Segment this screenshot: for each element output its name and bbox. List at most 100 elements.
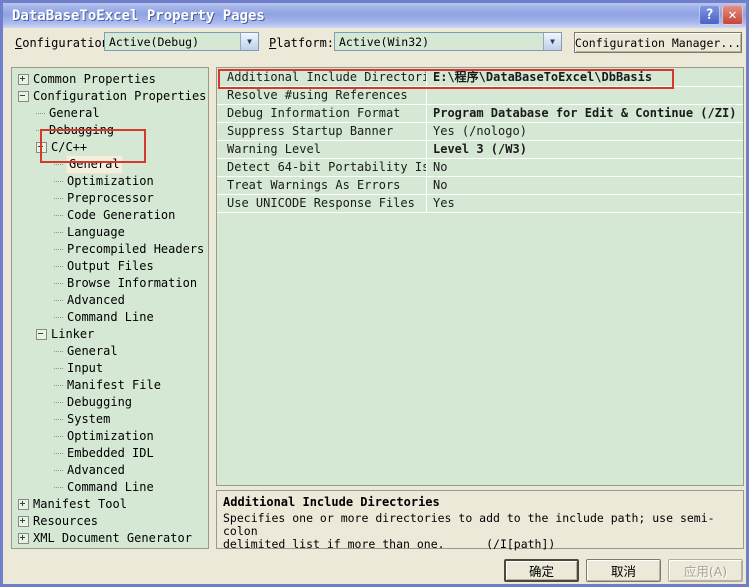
tree-connector-icon [36,129,45,132]
tree-connector-icon [54,316,63,319]
tree-item-label: Linker [51,327,95,341]
tree-item-general[interactable]: General [12,155,208,174]
tree-item-precompiled-headers[interactable]: Precompiled Headers [12,241,208,258]
platform-label: Platform: [269,36,335,50]
platform-select[interactable]: Active(Win32) ▼ [334,32,562,51]
properties-tree[interactable]: Common Properties Configuration Propertie… [11,67,209,549]
tree-item-c-c++[interactable]: C/C++ [12,139,208,156]
property-pages-dialog: DataBaseToExcel Property Pages ? ✕ Confi… [0,0,749,587]
tree-item-configuration-properties[interactable]: Configuration Properties [12,88,208,105]
tree-item-general[interactable]: General [12,343,208,360]
tree-item-preprocessor[interactable]: Preprocessor [12,190,208,207]
expand-icon[interactable] [18,533,29,544]
tree-item-manifest-tool[interactable]: Manifest Tool [12,496,208,513]
chevron-down-icon[interactable]: ▼ [543,33,561,50]
tree-item-embedded-idl[interactable]: Embedded IDL [12,445,208,462]
tree-item-debugging[interactable]: Debugging [12,122,208,139]
tree-item-advanced[interactable]: Advanced [12,292,208,309]
tree-connector-icon [54,350,63,353]
tree-item-label: General [49,106,100,120]
property-row[interactable]: Debug Information Format Program Database… [217,105,743,123]
tree-item-label: General [66,155,123,174]
tree-item-resources[interactable]: Resources [12,513,208,530]
tree-item-manifest-file[interactable]: Manifest File [12,377,208,394]
property-value[interactable]: Yes [427,195,743,212]
property-value[interactable]: Yes (/nologo) [427,123,743,140]
configuration-label: Configuration: [15,36,117,50]
expand-icon[interactable] [18,74,29,85]
property-name: Use UNICODE Response Files [217,195,427,212]
tree-item-browse-information[interactable]: Browse Information [12,547,208,548]
tree-connector-icon [54,231,63,234]
tree-item-xml-document-generator[interactable]: XML Document Generator [12,530,208,547]
cancel-button[interactable]: 取消 [586,559,661,582]
tree-item-code-generation[interactable]: Code Generation [12,207,208,224]
collapse-icon[interactable] [36,329,47,340]
configuration-toolbar: Configuration: Active(Debug) ▼ Platform:… [3,28,746,61]
tree-item-command-line[interactable]: Command Line [12,309,208,326]
property-row[interactable]: Resolve #using References [217,87,743,105]
collapse-icon[interactable] [18,91,29,102]
close-icon[interactable]: ✕ [722,5,743,25]
tree-item-system[interactable]: System [12,411,208,428]
tree-item-label: Manifest File [67,378,161,392]
property-value[interactable]: No [427,159,743,176]
tree-item-label: Command Line [67,480,154,494]
configuration-manager-button[interactable]: Configuration Manager... [574,32,742,53]
tree-item-debugging[interactable]: Debugging [12,394,208,411]
property-value[interactable]: No [427,177,743,194]
ok-button[interactable]: 确定 [504,559,579,582]
tree-item-command-line[interactable]: Command Line [12,479,208,496]
tree-connector-icon [54,384,63,387]
tree-connector-icon [54,418,63,421]
tree-item-label: C/C++ [51,140,88,154]
property-name: Additional Include Directories [217,69,427,86]
tree-item-optimization[interactable]: Optimization [12,173,208,190]
property-row[interactable]: Additional Include Directories E:\程序\Data… [217,69,743,87]
property-grid[interactable]: Additional Include Directories E:\程序\Data… [216,67,744,486]
tree-item-label: XML Document Generator [33,531,192,545]
tree-item-label: General [67,344,118,358]
tree-item-optimization[interactable]: Optimization [12,428,208,445]
tree-item-browse-information[interactable]: Browse Information [12,275,208,292]
tree-item-general[interactable]: General [12,105,208,122]
chevron-down-icon[interactable]: ▼ [240,33,258,50]
title-bar: DataBaseToExcel Property Pages ? ✕ [3,3,746,28]
tree-item-label: Manifest Tool [33,497,127,511]
property-row[interactable]: Detect 64-bit Portability IssuesNo [217,159,743,177]
property-name: Treat Warnings As Errors [217,177,427,194]
tree-connector-icon [54,197,63,200]
property-row[interactable]: Treat Warnings As Errors No [217,177,743,195]
tree-item-advanced[interactable]: Advanced [12,462,208,479]
property-value[interactable]: Level 3 (/W3) [427,141,743,158]
tree-item-label: Debugging [49,123,115,137]
tree-item-output-files[interactable]: Output Files [12,258,208,275]
property-name: Warning Level [217,141,427,158]
configuration-select[interactable]: Active(Debug) ▼ [104,32,259,51]
description-body: Specifies one or more directories to add… [223,511,715,551]
expand-icon[interactable] [18,499,29,510]
expand-icon[interactable] [18,516,29,527]
tree-connector-icon [54,214,63,217]
tree-item-linker[interactable]: Linker [12,326,208,343]
tree-item-common-properties[interactable]: Common Properties [12,71,208,88]
tree-item-label: Optimization [67,174,154,188]
property-row[interactable]: Warning Level Level 3 (/W3) [217,141,743,159]
property-name: Debug Information Format [217,105,427,122]
property-value[interactable] [427,87,743,104]
help-icon[interactable]: ? [699,5,720,25]
description-panel: Additional Include Directories Specifies… [216,490,744,551]
tree-connector-icon [54,486,63,489]
tree-item-language[interactable]: Language [12,224,208,241]
property-row[interactable]: Suppress Startup Banner Yes (/nologo) [217,123,743,141]
property-value[interactable]: E:\程序\DataBaseToExcel\DbBasis [427,69,743,86]
tree-connector-icon [54,299,63,302]
tree-connector-icon [54,163,63,166]
property-value[interactable]: Program Database for Edit & Continue (/Z… [427,105,743,122]
property-row[interactable]: Use UNICODE Response Files Yes [217,195,743,213]
tree-item-label: Advanced [67,463,125,477]
tree-item-input[interactable]: Input [12,360,208,377]
tree-connector-icon [54,452,63,455]
tree-item-label: Embedded IDL [67,446,154,460]
collapse-icon[interactable] [36,142,47,153]
